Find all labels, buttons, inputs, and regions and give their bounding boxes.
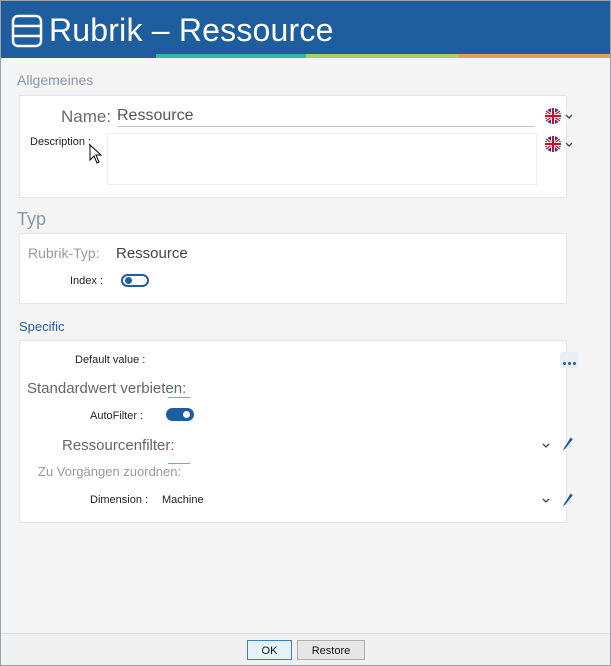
forbid-default-checkbox[interactable] [168, 397, 190, 398]
autofilter-toggle[interactable] [166, 408, 194, 421]
rubric-type-label: Rubrik-Typ: [28, 245, 100, 261]
restore-button[interactable]: Restore [297, 640, 365, 660]
toggle-knob [125, 277, 132, 284]
dialog-window: Rubrik – Ressource Allgemeines Name: Des… [0, 0, 611, 666]
specific-panel: Default value : Standardwert verbieten: … [19, 340, 578, 523]
description-label: Description : [30, 136, 92, 148]
pencil-icon[interactable] [561, 435, 575, 451]
chevron-down-icon[interactable] [542, 498, 550, 504]
forbid-default-label: Standardwert verbieten: [27, 380, 187, 397]
ok-button[interactable]: OK [247, 640, 292, 660]
dimension-value[interactable]: Machine [162, 494, 204, 506]
autofilter-label: AutoFilter : [90, 410, 144, 422]
accent-bar-1 [1, 54, 156, 58]
accent-bar-3 [306, 54, 459, 58]
rubric-type-value: Ressource [116, 245, 188, 262]
section-title-specific: Specific [19, 319, 65, 334]
toggle-knob [183, 411, 190, 418]
accent-bar-2 [156, 54, 306, 58]
section-title-general: Allgemeines [17, 72, 94, 88]
index-toggle[interactable] [121, 274, 149, 287]
more-options-button[interactable] [560, 352, 578, 368]
mouse-cursor-icon [89, 144, 103, 164]
chevron-down-icon[interactable] [565, 142, 573, 148]
chevron-down-icon[interactable] [565, 114, 573, 120]
uk-flag-icon[interactable] [545, 136, 561, 152]
uk-flag-icon[interactable] [545, 108, 561, 124]
resource-filter-select[interactable] [180, 437, 550, 455]
index-label: Index : [70, 275, 104, 287]
resource-filter-label: Ressourcenfilter: [62, 437, 175, 454]
database-icon [11, 14, 43, 48]
assign-to-processes-checkbox[interactable] [168, 463, 190, 464]
description-textarea[interactable] [107, 133, 537, 185]
dialog-footer: OK Restore [1, 633, 610, 665]
dimension-label: Dimension : [90, 494, 149, 506]
pencil-icon[interactable] [561, 491, 575, 507]
title-bar: Rubrik – Ressource [1, 1, 610, 57]
window-title: Rubrik – Ressource [49, 12, 334, 48]
assign-to-processes-label: Zu Vorgängen zuordnen: [38, 464, 182, 479]
name-input[interactable] [117, 106, 535, 127]
name-label: Name: [61, 107, 112, 126]
chevron-down-icon[interactable] [542, 443, 550, 449]
section-title-type: Typ [17, 209, 47, 229]
type-panel: Rubrik-Typ: Ressource Index : [19, 233, 567, 304]
accent-bar-4 [459, 54, 610, 58]
default-value-label: Default value : [75, 354, 146, 366]
